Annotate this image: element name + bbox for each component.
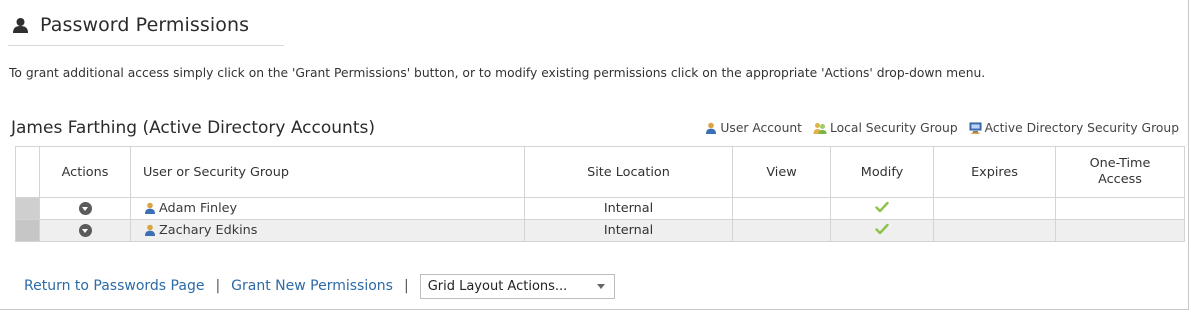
instructions-text: To grant additional access simply click …	[9, 66, 986, 80]
expires-cell	[933, 197, 1056, 220]
local-group-icon	[813, 123, 827, 134]
ad-group-icon	[969, 122, 982, 134]
table-row: Zachary Edkins Internal	[15, 219, 1185, 242]
site-cell: Internal	[524, 219, 733, 242]
grid-layout-actions-value: Grid Layout Actions...	[427, 279, 568, 294]
legend-ad-group: Active Directory Security Group	[969, 121, 1179, 135]
footer-actions: Return to Passwords Page | Grant New Per…	[24, 272, 615, 299]
modify-cell	[830, 197, 934, 220]
return-to-passwords-link[interactable]: Return to Passwords Page	[24, 278, 204, 294]
site-cell: Internal	[524, 197, 733, 220]
column-header-user[interactable]: User or Security Group	[130, 146, 525, 198]
row-selector-header	[15, 146, 40, 198]
column-header-actions[interactable]: Actions	[39, 146, 131, 198]
user-account-icon	[706, 122, 717, 134]
grid-layout-actions-select[interactable]: Grid Layout Actions...	[419, 274, 615, 299]
user-account-icon	[145, 224, 155, 236]
permissions-table: Actions User or Security Group Site Loca…	[15, 146, 1185, 242]
actions-dropdown-icon[interactable]	[78, 202, 92, 215]
modify-cell	[830, 219, 934, 242]
actions-cell	[39, 219, 131, 242]
view-cell	[732, 197, 831, 220]
page-header: Password Permissions	[12, 14, 249, 36]
checkmark-icon	[875, 223, 889, 234]
legend-local-group: Local Security Group	[813, 121, 958, 135]
actions-dropdown-icon[interactable]	[78, 224, 92, 237]
legend: User Account Local Security Group Active…	[694, 121, 1179, 135]
user-cell: Zachary Edkins	[130, 219, 525, 242]
table-header-row: Actions User or Security Group Site Loca…	[15, 146, 1185, 198]
user-cell: Adam Finley	[130, 197, 525, 220]
column-header-modify[interactable]: Modify	[830, 146, 934, 198]
one-time-cell	[1055, 219, 1185, 242]
chevron-down-icon	[596, 284, 605, 289]
separator: |	[215, 277, 221, 294]
view-cell	[732, 219, 831, 242]
actions-cell	[39, 197, 131, 220]
user-account-icon	[145, 202, 155, 214]
legend-user-account: User Account	[705, 121, 802, 135]
grant-new-permissions-link[interactable]: Grant New Permissions	[231, 278, 393, 294]
row-selector[interactable]	[15, 219, 40, 242]
column-header-expires[interactable]: Expires	[933, 146, 1056, 198]
user-silhouette-icon	[13, 17, 28, 33]
column-header-site[interactable]: Site Location	[524, 146, 733, 198]
column-header-one-time[interactable]: One-Time Access	[1055, 146, 1185, 198]
one-time-cell	[1055, 197, 1185, 220]
table-row: Adam Finley Internal	[15, 197, 1185, 220]
section-title: James Farthing (Active Directory Account…	[11, 118, 375, 138]
permissions-panel: Password Permissions To grant additional…	[0, 0, 1189, 310]
row-selector[interactable]	[15, 197, 40, 220]
title-divider	[8, 45, 284, 46]
page-title: Password Permissions	[40, 14, 250, 36]
expires-cell	[933, 219, 1056, 242]
checkmark-icon	[875, 201, 889, 212]
separator: |	[403, 277, 409, 294]
column-header-view[interactable]: View	[732, 146, 831, 198]
